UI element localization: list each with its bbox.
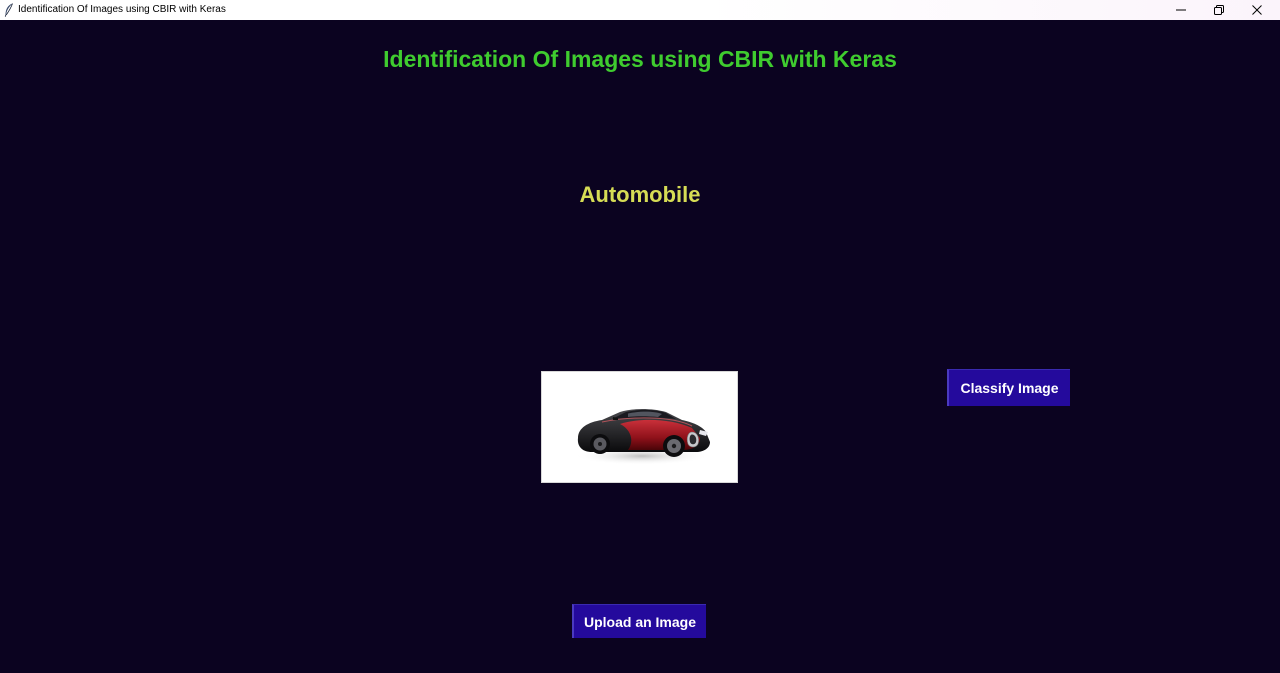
window-title: Identification Of Images using CBIR with…	[18, 4, 226, 15]
title-bar[interactable]: Identification Of Images using CBIR with…	[0, 0, 1280, 20]
upload-image-button[interactable]: Upload an Image	[572, 604, 706, 638]
sports-car-image	[574, 409, 710, 465]
restore-button[interactable]	[1200, 0, 1238, 20]
uploaded-image-preview	[541, 371, 738, 483]
classification-result-label: Automobile	[579, 182, 701, 207]
classify-image-button[interactable]: Classify Image	[947, 369, 1070, 406]
page-title: Identification Of Images using CBIR with…	[383, 46, 897, 72]
minimize-icon	[1176, 5, 1186, 15]
close-icon	[1252, 5, 1262, 15]
minimize-button[interactable]	[1162, 0, 1200, 20]
restore-icon	[1214, 5, 1224, 15]
app-window: Identification Of Images using CBIR with…	[0, 0, 1280, 673]
close-button[interactable]	[1238, 0, 1276, 20]
feather-icon	[4, 3, 14, 17]
